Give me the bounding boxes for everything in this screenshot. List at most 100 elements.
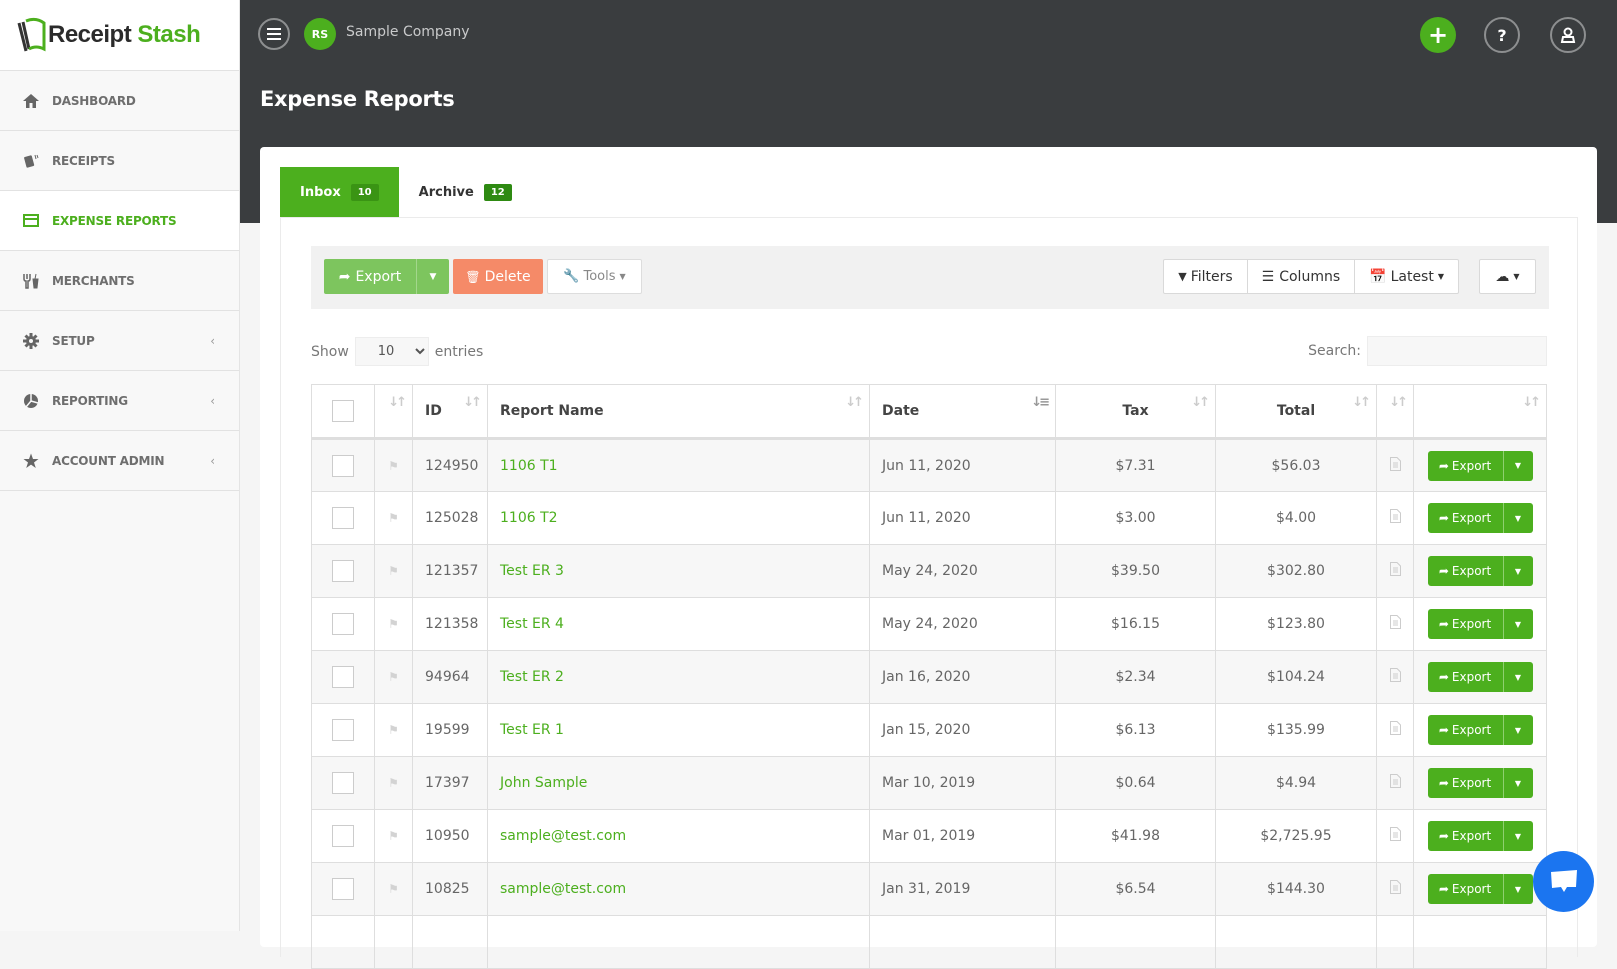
document-icon[interactable] <box>1389 562 1401 576</box>
row-export-dropdown-toggle[interactable]: ▼ <box>1504 451 1533 481</box>
sidebar-item-account-admin[interactable]: ACCOUNT ADMIN ‹ <box>0 431 239 491</box>
report-name-link[interactable]: Test ER 4 <box>500 616 564 632</box>
flag-icon[interactable]: ⚑ <box>388 459 399 473</box>
report-name-link[interactable]: 1106 T2 <box>500 510 558 526</box>
document-icon[interactable] <box>1389 615 1401 629</box>
report-name-link[interactable]: sample@test.com <box>500 828 626 844</box>
row-export-dropdown-toggle[interactable]: ▼ <box>1504 503 1533 533</box>
tax-column-header[interactable]: Tax ↓↑ <box>1055 384 1216 440</box>
attachment-column-header[interactable]: ↓↑ <box>1376 384 1414 440</box>
company-name[interactable]: Sample Company <box>346 24 470 40</box>
entries-select[interactable]: 10 <box>354 337 429 366</box>
row-checkbox[interactable] <box>332 613 354 635</box>
row-checkbox[interactable] <box>332 666 354 688</box>
tools-dropdown[interactable]: 🔧 Tools ▼ <box>547 259 642 294</box>
row-export-button[interactable]: ➦ Export <box>1428 874 1504 904</box>
flag-icon[interactable]: ⚑ <box>388 723 399 737</box>
export-button[interactable]: ➦ Export <box>324 259 417 294</box>
search-input[interactable] <box>1367 336 1547 366</box>
download-dropdown[interactable]: ☁ ▼ <box>1479 259 1536 294</box>
document-icon[interactable] <box>1389 456 1401 471</box>
actions-column-header[interactable]: ↓↑ <box>1413 384 1547 440</box>
row-export-button[interactable]: ➦ Export <box>1428 450 1504 481</box>
share-icon: ➦ <box>1438 670 1449 684</box>
flag-icon[interactable]: ⚑ <box>388 882 399 896</box>
row-export-button[interactable]: ➦ Export <box>1428 503 1504 533</box>
chat-widget-button[interactable] <box>1533 851 1594 912</box>
columns-button[interactable]: ☰ Columns <box>1248 260 1356 293</box>
row-checkbox[interactable] <box>332 507 354 529</box>
row-checkbox[interactable] <box>332 772 354 794</box>
report-name-link[interactable]: Test ER 3 <box>500 563 564 579</box>
report-name-link[interactable]: sample@test.com <box>500 881 626 897</box>
report-name-column-header[interactable]: Report Name ↓↑ <box>487 384 870 440</box>
tab-inbox[interactable]: Inbox 10 <box>280 167 399 217</box>
report-name-link[interactable]: 1106 T1 <box>500 458 558 474</box>
sidebar-item-label: MERCHANTS <box>52 273 135 288</box>
user-account-button[interactable] <box>1550 17 1586 53</box>
document-icon[interactable] <box>1389 721 1401 735</box>
page-title: Expense Reports <box>260 87 455 111</box>
help-button[interactable]: ? <box>1484 17 1520 53</box>
sidebar-item-setup[interactable]: SETUP ‹ <box>0 311 239 371</box>
filters-button[interactable]: ▼ Filters <box>1164 260 1248 293</box>
menu-toggle-button[interactable] <box>258 18 290 50</box>
row-export-dropdown-toggle[interactable]: ▼ <box>1504 768 1533 798</box>
cloud-download-icon: ☁ <box>1495 268 1510 285</box>
report-name-cell: John Sample <box>487 756 870 810</box>
report-name-link[interactable]: John Sample <box>500 775 587 791</box>
sidebar-item-merchants[interactable]: MERCHANTS <box>0 251 239 311</box>
flag-icon[interactable]: ⚑ <box>388 670 399 684</box>
row-checkbox[interactable] <box>332 454 354 477</box>
row-export-dropdown-toggle[interactable]: ▼ <box>1504 609 1533 639</box>
row-export-button[interactable]: ➦ Export <box>1428 768 1504 798</box>
add-button[interactable]: + <box>1420 17 1456 53</box>
sidebar-item-receipts[interactable]: RECEIPTS <box>0 131 239 191</box>
flag-icon[interactable]: ⚑ <box>388 564 399 578</box>
row-export-button[interactable]: ➦ Export <box>1428 662 1504 692</box>
document-icon[interactable] <box>1389 774 1401 788</box>
row-export-button[interactable]: ➦ Export <box>1428 609 1504 639</box>
flag-icon[interactable]: ⚑ <box>388 617 399 631</box>
row-export-button[interactable]: ➦ Export <box>1428 715 1504 745</box>
latest-dropdown[interactable]: 📅 Latest ▼ <box>1355 260 1458 293</box>
tax-cell: $6.13 <box>1055 703 1216 757</box>
date-column-header[interactable]: Date ↓≡ <box>869 384 1056 440</box>
row-checkbox[interactable] <box>332 560 354 582</box>
document-icon[interactable] <box>1389 827 1401 841</box>
sort-icon: ↓↑ <box>1352 395 1371 410</box>
document-icon[interactable] <box>1389 880 1401 894</box>
sidebar-item-expense-reports[interactable]: EXPENSE REPORTS <box>0 191 239 251</box>
view-button-group: ▼ Filters ☰ Columns 📅 Latest ▼ <box>1163 259 1459 294</box>
logo[interactable]: Receipt Stash <box>0 0 239 71</box>
row-export-dropdown-toggle[interactable]: ▼ <box>1504 874 1533 904</box>
row-export-dropdown-toggle[interactable]: ▼ <box>1504 662 1533 692</box>
tab-archive[interactable]: Archive 12 <box>399 167 532 217</box>
sidebar-item-reporting[interactable]: REPORTING ‹ <box>0 371 239 431</box>
tax-cell: $2.34 <box>1055 650 1216 704</box>
flag-icon[interactable]: ⚑ <box>388 829 399 843</box>
tax-cell: $16.15 <box>1055 597 1216 651</box>
flag-column-header[interactable]: ↓↑ <box>374 384 413 440</box>
row-export-button[interactable]: ➦ Export <box>1428 556 1504 586</box>
flag-icon[interactable]: ⚑ <box>388 776 399 790</box>
delete-button[interactable]: 🗑 Delete <box>453 259 543 294</box>
row-export-dropdown-toggle[interactable]: ▼ <box>1504 821 1533 851</box>
id-column-header[interactable]: ID ↓↑ <box>412 384 488 440</box>
total-column-header[interactable]: Total ↓↑ <box>1215 384 1377 440</box>
row-export-button[interactable]: ➦ Export <box>1428 821 1504 851</box>
row-checkbox[interactable] <box>332 878 354 900</box>
document-icon[interactable] <box>1389 509 1401 523</box>
row-checkbox[interactable] <box>332 719 354 741</box>
company-logo[interactable]: RS <box>304 18 336 50</box>
row-checkbox[interactable] <box>332 825 354 847</box>
report-name-link[interactable]: Test ER 2 <box>500 669 564 685</box>
export-dropdown-toggle[interactable]: ▼ <box>417 272 449 282</box>
sidebar-item-dashboard[interactable]: DASHBOARD <box>0 71 239 131</box>
select-all-checkbox[interactable] <box>332 400 354 422</box>
row-export-dropdown-toggle[interactable]: ▼ <box>1504 715 1533 745</box>
row-export-dropdown-toggle[interactable]: ▼ <box>1504 556 1533 586</box>
flag-icon[interactable]: ⚑ <box>388 511 399 525</box>
report-name-link[interactable]: Test ER 1 <box>500 722 564 738</box>
document-icon[interactable] <box>1389 668 1401 682</box>
